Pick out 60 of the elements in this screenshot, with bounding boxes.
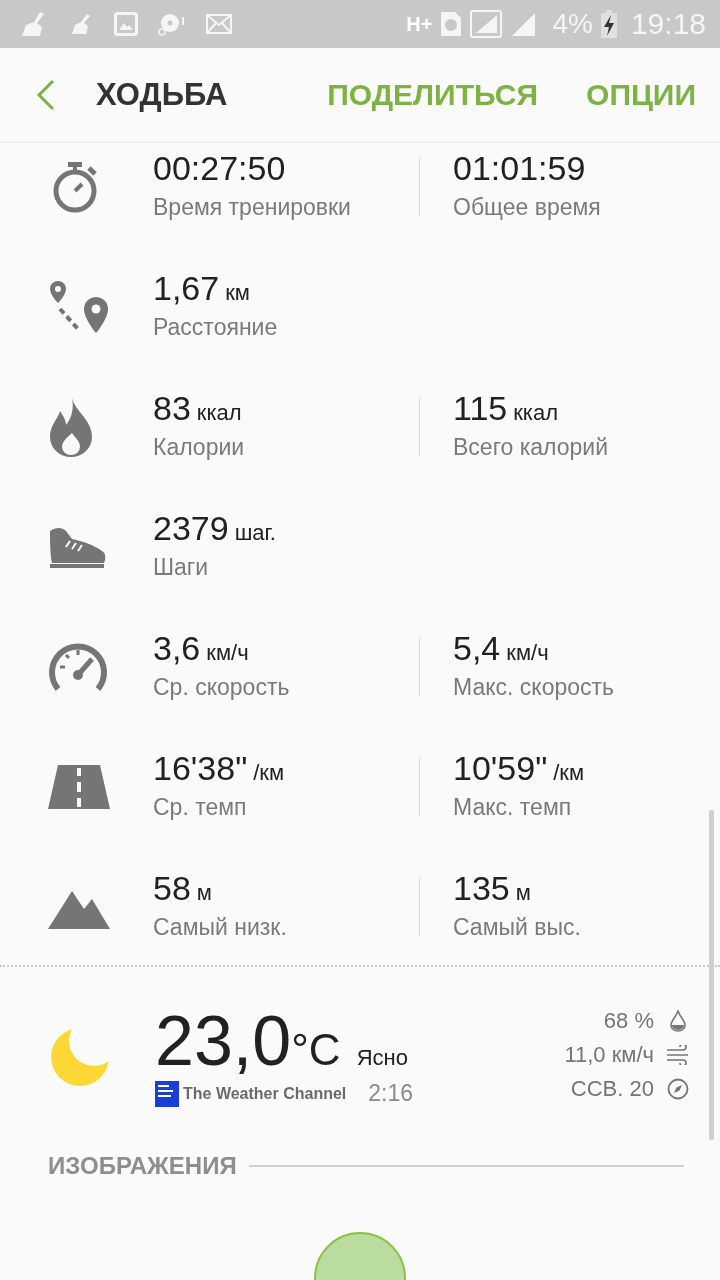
weather-time: 2:16 <box>368 1080 414 1107</box>
temperature: 23,0 <box>155 1002 292 1080</box>
stat-value: 5,4 <box>453 628 501 668</box>
stat-value: 01:01:59 <box>453 148 586 188</box>
stat-unit: шаг. <box>234 520 276 546</box>
stat-unit: м <box>196 880 212 906</box>
stat-label: Ср. темп <box>153 793 247 822</box>
weather-detail: ССВ. 20 <box>570 1075 654 1102</box>
stat-label: Общее время <box>453 193 601 222</box>
stat-unit: /км <box>253 760 285 786</box>
stat-unit: /км <box>553 760 585 786</box>
stat-unit: ккал <box>513 400 559 426</box>
stat-value: 00:27:50 <box>153 148 286 188</box>
compass-icon <box>666 1077 690 1100</box>
weather-condition: Ясно <box>356 1045 408 1071</box>
stat-label: Самый выс. <box>453 913 581 942</box>
stat-label: Ср. скорость <box>153 673 290 702</box>
stat-value: 1,67 <box>153 268 220 308</box>
stat-unit: м <box>515 880 531 906</box>
speedometer-icon <box>48 641 108 693</box>
stat-value: 115 <box>453 388 508 428</box>
road-icon <box>48 765 110 809</box>
stat-label: Всего калорий <box>453 433 608 462</box>
stat-value: 3,6 <box>153 628 201 668</box>
stat-value: 16'38" <box>153 748 248 788</box>
stat-label: Расстояние <box>153 313 278 342</box>
stat-label: Самый низк. <box>153 913 287 942</box>
screen-title: ХОДЬБА <box>96 77 228 113</box>
signal-icon <box>470 10 503 38</box>
stat-value: 83 <box>153 388 191 428</box>
weather-provider: The Weather Channel <box>183 1084 347 1103</box>
stat-label: Макс. темп <box>453 793 572 822</box>
temperature-unit: °C <box>291 1025 341 1075</box>
flame-icon <box>48 397 94 457</box>
stat-value: 2379 <box>153 508 229 548</box>
stat-label: Шаги <box>153 553 209 582</box>
action-button[interactable]: ОПЦИИ <box>586 78 696 112</box>
disc-icon <box>158 12 186 36</box>
stat-value: 135 <box>453 868 510 908</box>
section-title: ИЗОБРАЖЕНИЯ <box>48 1152 237 1180</box>
stat-value: 58 <box>153 868 191 908</box>
wind-icon <box>666 1044 690 1065</box>
sneaker-icon <box>48 525 108 569</box>
stat-label: Калории <box>153 433 245 462</box>
signal-icon <box>510 11 537 37</box>
stat-unit: км/ч <box>206 640 249 666</box>
stat-unit: км/ч <box>506 640 549 666</box>
back-icon[interactable] <box>36 79 56 111</box>
stat-value: 10'59" <box>453 748 548 788</box>
mail-icon <box>206 14 232 34</box>
weather-detail: 68 % <box>603 1007 654 1034</box>
action-button[interactable]: ПОДЕЛИТЬСЯ <box>327 78 539 112</box>
weather-logo-icon <box>155 1080 179 1107</box>
weather-detail: 11,0 км/ч <box>564 1041 654 1068</box>
stat-label: Время тренировки <box>153 193 351 222</box>
stat-unit: ккал <box>196 400 242 426</box>
stat-label: Макс. скорость <box>453 673 615 702</box>
image-icon <box>114 12 138 36</box>
battery-charging-icon <box>600 10 617 38</box>
stat-unit: км <box>225 280 250 306</box>
